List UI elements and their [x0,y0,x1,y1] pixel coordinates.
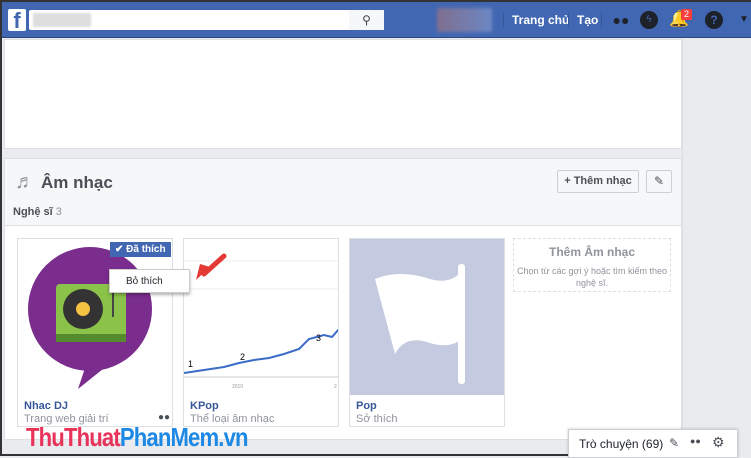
tile-name[interactable]: KPop [190,400,219,412]
flag-placeholder-image [350,239,504,395]
tile-pop[interactable]: Pop Sở thích [349,238,505,427]
nav-home[interactable]: Trang chủ [512,13,569,27]
section-title: Âm nhạc [41,173,113,192]
help-icon[interactable]: ? [705,11,723,29]
notification-badge: 2 [681,9,693,20]
red-arrow-annotation [196,253,227,280]
divider [601,12,602,28]
tab-count: 3 [55,206,62,218]
add-tile-desc: Chọn từ các gợi ý hoặc tìm kiếm theo ngh… [517,266,667,288]
chart-label: 1 [188,359,193,369]
axis-label: 2010 [232,384,243,390]
liked-button[interactable]: ✔ Đã thích [110,242,171,257]
unlike-menu-item[interactable]: Bỏ thích [109,269,190,293]
search-text-blurred [33,13,91,27]
add-music-button[interactable]: + Thêm nhạc [557,170,639,193]
dj-turntable-image [28,247,152,389]
watermark-part: .vn [218,422,248,452]
add-tile-title: Thêm Âm nhạc [548,245,635,259]
profile-avatar-blurred[interactable] [437,8,492,32]
tile-name[interactable]: Pop [356,400,377,412]
facebook-logo[interactable]: f [8,9,26,33]
edit-button[interactable]: ✎ [646,170,672,193]
compose-icon[interactable]: ✎ [669,436,679,450]
music-note-icon: ♬ [15,171,35,193]
pencil-icon: ✎ [653,174,665,188]
friend-requests-icon[interactable]: ●● [612,11,630,29]
tile-subtitle: Sở thích [356,413,398,425]
chat-bar[interactable]: Trò chuyện (69) ✎ ●● ⚙ [568,429,738,458]
messenger-icon[interactable]: ϟ [640,11,658,29]
top-navigation-bar: f ⚲ Trang chủ Tạo ●● ϟ 🔔 2 ? ▼ [2,2,751,38]
gear-icon[interactable]: ⚙ [712,434,725,451]
tab-label: Nghệ sĩ [13,206,53,218]
search-input[interactable]: ⚲ [29,10,384,30]
group-icon[interactable]: ●● [690,436,701,446]
chevron-down-icon[interactable]: ▼ [735,11,751,29]
axis-label: 2 [334,384,337,390]
divider [568,12,569,28]
music-header: ♬ Âm nhạc + Thêm nhạc ✎ Nghệ sĩ 3 [5,159,681,226]
search-button[interactable]: ⚲ [349,10,384,30]
right-column [682,38,751,458]
watermark-part: ThuThuat [26,422,121,452]
chart-label: 3 [316,333,321,343]
divider [503,12,504,28]
add-music-tile[interactable]: Thêm Âm nhạc Chọn từ các gợi ý hoặc tìm … [513,238,671,292]
tile-name[interactable]: Nhac DJ [24,400,68,412]
nav-create[interactable]: Tạo [577,13,598,27]
watermark: ThuThuatPhanMem.vn [26,422,249,453]
empty-card [4,39,682,149]
music-section: ♬ Âm nhạc + Thêm nhạc ✎ Nghệ sĩ 3 Nhac D… [4,158,682,440]
chat-label: Trò chuyện (69) [579,437,664,451]
watermark-part: PhanMem [119,422,219,452]
tile-nhac-dj[interactable]: Nhac DJ Trang web giải trí ●● [17,238,173,427]
chart-label: 2 [240,352,245,362]
tab-artists[interactable]: Nghệ sĩ 3 [13,206,62,218]
